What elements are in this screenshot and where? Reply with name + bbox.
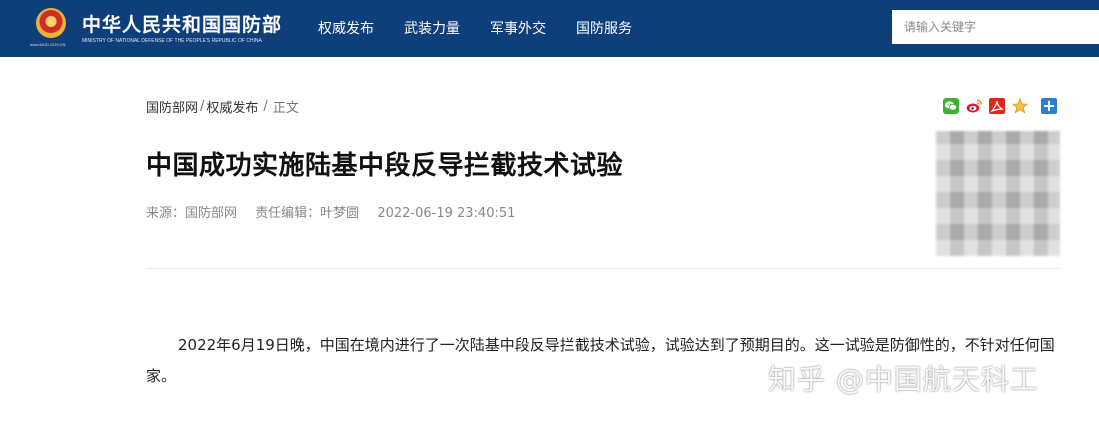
nav-item-defense-services[interactable]: 国防服务 <box>576 18 632 38</box>
article-source: 来源：国防部网 <box>146 206 238 221</box>
breadcrumb-release-link[interactable]: 权威发布 <box>206 101 258 116</box>
national-emblem-logo[interactable] <box>36 8 66 38</box>
site-name[interactable]: 中华人民共和国国防部 <box>82 10 282 37</box>
site-subtitle: MINISTRY OF NATIONAL DEFENSE OF THE PEOP… <box>82 38 262 44</box>
article-datetime: 2022-06-19 23:40:51 <box>377 206 516 221</box>
breadcrumb-current: 正文 <box>272 101 299 116</box>
article-title: 中国成功实施陆基中段反导拦截技术试验 <box>146 151 624 181</box>
site-url: www.MOD.GOV.CN <box>30 42 66 47</box>
watermark-text: 知乎 @中国航天科工 <box>768 363 1039 396</box>
weibo-icon[interactable] <box>966 98 982 114</box>
nav-item-authoritative-release[interactable]: 权威发布 <box>318 18 374 38</box>
article-editor: 责任编辑：叶梦圆 <box>255 206 360 221</box>
article-meta: 来源：国防部网 责任编辑：叶梦圆 2022-06-19 23:40:51 <box>146 202 529 221</box>
pdf-icon[interactable] <box>989 98 1005 114</box>
favorite-star-icon[interactable] <box>1011 97 1029 114</box>
wechat-icon[interactable] <box>943 98 959 114</box>
qr-code-image <box>936 131 1060 256</box>
breadcrumb-separator: / <box>263 99 268 114</box>
breadcrumb-home-link[interactable]: 国防部网 <box>146 101 198 116</box>
divider <box>146 268 1059 269</box>
search-input[interactable] <box>892 10 1099 44</box>
nav-item-military-diplomacy[interactable]: 军事外交 <box>490 18 546 38</box>
add-icon[interactable] <box>1041 98 1057 114</box>
top-header-bar: 中华人民共和国国防部 MINISTRY OF NATIONAL DEFENSE … <box>0 0 1099 57</box>
nav-item-armed-forces[interactable]: 武装力量 <box>404 18 460 38</box>
breadcrumb: 国防部网 / 权威发布 / 正文 <box>146 97 299 116</box>
breadcrumb-separator: / <box>200 99 205 114</box>
